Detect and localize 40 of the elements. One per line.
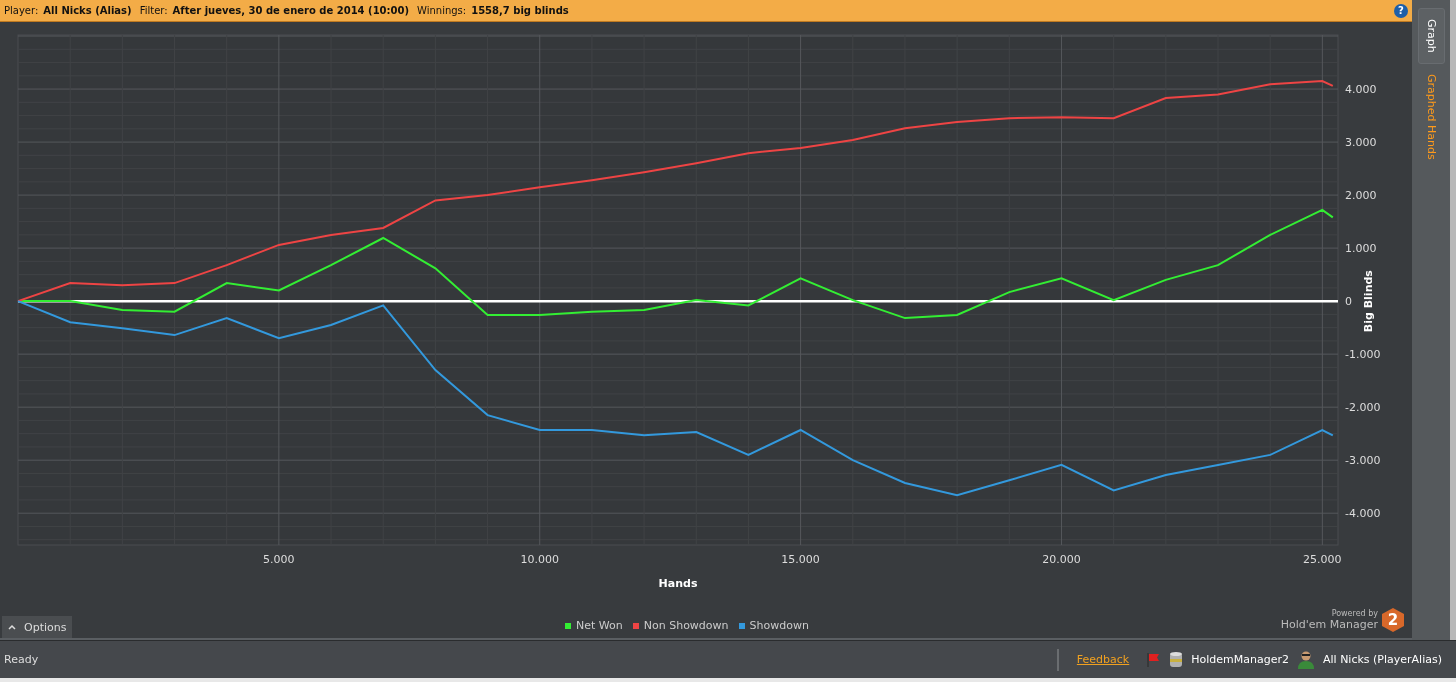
status-text: Ready [4, 653, 39, 666]
legend-label: Non Showdown [643, 619, 729, 632]
y-tick-label: 3.000 [1345, 136, 1377, 150]
side-tab[interactable]: Graph [1417, 8, 1445, 64]
database-icon [1169, 650, 1184, 669]
help-button[interactable]: ? [1394, 3, 1408, 18]
y-tick-label: 4.000 [1345, 83, 1377, 97]
player-name: All Nicks (PlayerAlias) [1323, 653, 1442, 666]
x-axis-title: Hands [658, 577, 698, 590]
y-tick-label: 1.000 [1345, 242, 1377, 256]
y-tick-label: 2.000 [1345, 189, 1377, 203]
legend-label: Showdown [749, 619, 809, 632]
field-label: Filter: [139, 5, 168, 16]
x-tick-label: 15.000 [781, 553, 820, 566]
logo-badge: 2 [1382, 608, 1404, 632]
side-tab[interactable]: Graphed Hands [1418, 63, 1444, 170]
user-icon [1297, 649, 1315, 670]
y-tick-label: -1.000 [1345, 348, 1381, 362]
legend-label: Net Won [576, 619, 623, 632]
caret-icon [8, 624, 16, 630]
flag-icon [1145, 651, 1162, 668]
y-tick-label: -3.000 [1345, 454, 1381, 468]
feedback-link[interactable]: Feedback [1076, 653, 1130, 666]
field-value: After jueves, 30 de enero de 2014 (10:00) [172, 5, 410, 16]
field-label: Winnings: [417, 5, 467, 16]
field-value: All Nicks (Alias) [43, 5, 132, 16]
y-tick-label: -4.000 [1345, 507, 1381, 521]
x-tick-label: 20.000 [1042, 553, 1081, 566]
y-tick-label: -2.000 [1345, 401, 1381, 415]
brand-name: Hold'em Manager [1280, 618, 1378, 631]
y-axis-title: Big Blinds [1362, 270, 1375, 333]
x-tick-label: 5.000 [263, 553, 295, 566]
database-name: HoldemManager2 [1191, 653, 1289, 666]
options-button[interactable]: Options [2, 616, 73, 638]
x-tick-label: 10.000 [520, 553, 559, 566]
powered-by-text: Powered by [1331, 609, 1378, 618]
y-tick-label: 0 [1345, 295, 1352, 309]
field-value: 1558,7 big blinds [471, 5, 569, 16]
field-label: Player: [4, 5, 39, 16]
x-tick-label: 25.000 [1303, 553, 1342, 566]
